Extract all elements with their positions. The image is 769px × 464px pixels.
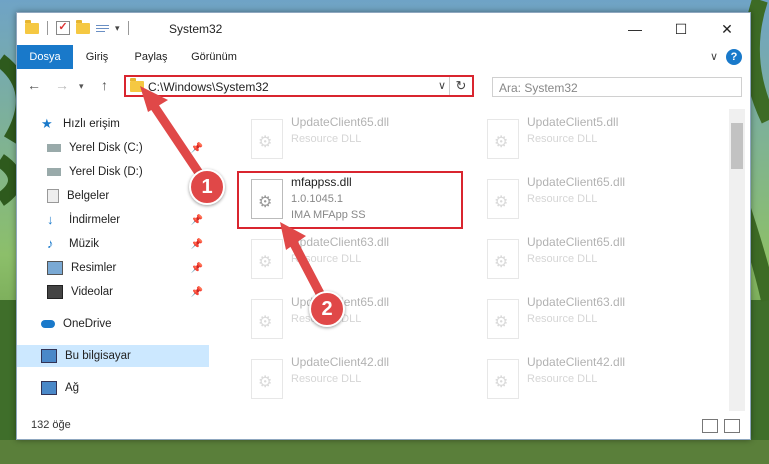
callout-badge-1: 1: [189, 169, 225, 205]
arrowhead-1: [140, 86, 168, 112]
annotation-arrows: [140, 86, 330, 308]
callout-badge-2: 2: [309, 291, 345, 327]
arrow-1: [145, 95, 210, 187]
